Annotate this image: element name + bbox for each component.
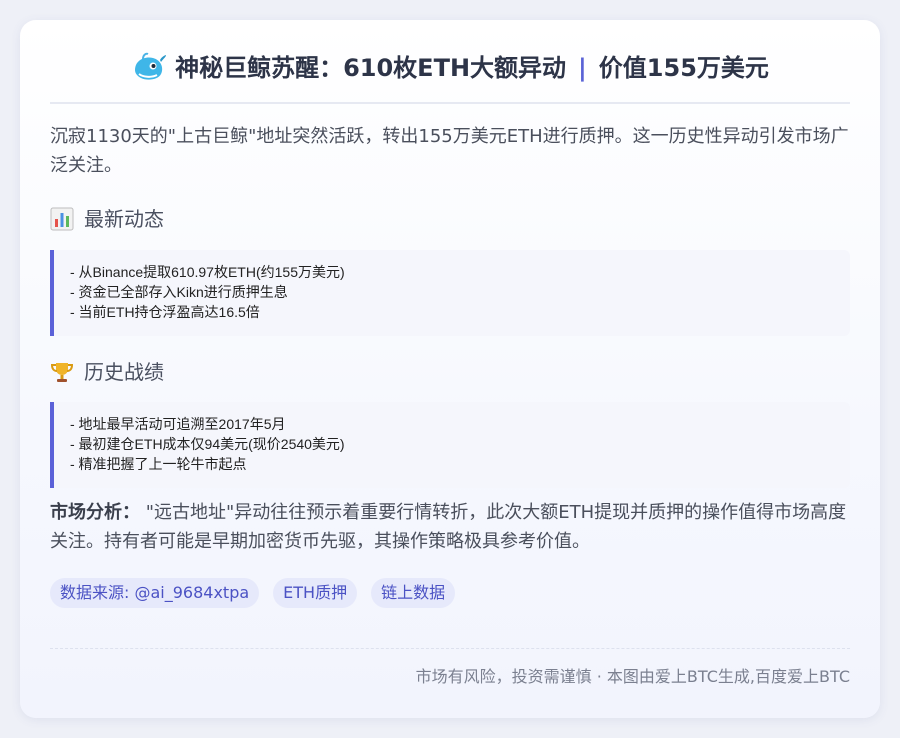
tag-data-source[interactable]: 数据来源: @ai_9684xtpa xyxy=(50,578,260,608)
tag-onchain-data[interactable]: 链上数据 xyxy=(371,578,456,608)
tag-list: 数据来源: @ai_9684xtpa ETH质押 链上数据 xyxy=(50,578,456,608)
trophy-icon xyxy=(50,360,74,384)
list-item: - 精准把握了上一轮牛市起点 xyxy=(70,456,247,472)
whale-icon xyxy=(131,50,167,86)
list-item: - 从Binance提取610.97枚ETH(约155万美元) xyxy=(70,264,345,280)
list-item: - 当前ETH持仓浮盈高达16.5倍 xyxy=(70,304,260,320)
post-card: 神秘巨鲸苏醒：610枚ETH大额异动 | 价值155万美元 沉寂1130天的"上… xyxy=(20,20,880,718)
title-value: 价值155万美元 xyxy=(598,54,769,82)
section-title-latest: 最新动态 xyxy=(50,204,164,234)
analysis-label: 市场分析： xyxy=(50,502,140,523)
card-header: 神秘巨鲸苏醒：610枚ETH大额异动 | 价值155万美元 xyxy=(50,50,850,104)
page-title: 神秘巨鲸苏醒：610枚ETH大额异动 | 价值155万美元 xyxy=(131,50,769,86)
analysis-text: "远古地址"异动往往预示着重要行情转折，此次大额ETH提现并质押的操作值得市场高… xyxy=(50,502,847,552)
latest-updates-block: - 从Binance提取610.97枚ETH(约155万美元) - 资金已全部存… xyxy=(50,250,850,336)
footer-divider xyxy=(50,648,850,649)
title-main: 神秘巨鲸苏醒：610枚ETH大额异动 xyxy=(175,54,567,82)
bar-chart-icon xyxy=(50,207,74,231)
tag-eth-staking[interactable]: ETH质押 xyxy=(273,578,358,608)
market-analysis: 市场分析： "远古地址"异动往往预示着重要行情转折，此次大额ETH提现并质押的操… xyxy=(50,498,850,556)
section-title-text: 最新动态 xyxy=(84,207,164,231)
list-item: - 最初建仓ETH成本仅94美元(现价2540美元) xyxy=(70,436,345,452)
title-separator: | xyxy=(578,54,587,82)
history-record-block: - 地址最早活动可追溯至2017年5月 - 最初建仓ETH成本仅94美元(现价2… xyxy=(50,402,850,488)
list-item: - 资金已全部存入Kikn进行质押生息 xyxy=(70,284,288,300)
section-title-text: 历史战绩 xyxy=(84,360,164,384)
footer-disclaimer: 市场有风险，投资需谨慎 · 本图由爱上BTC生成,百度爱上BTC xyxy=(415,667,850,686)
section-title-history: 历史战绩 xyxy=(50,357,164,387)
list-item: - 地址最早活动可追溯至2017年5月 xyxy=(70,416,286,432)
intro-paragraph: 沉寂1130天的"上古巨鲸"地址突然活跃，转出155万美元ETH进行质押。这一历… xyxy=(50,126,849,176)
